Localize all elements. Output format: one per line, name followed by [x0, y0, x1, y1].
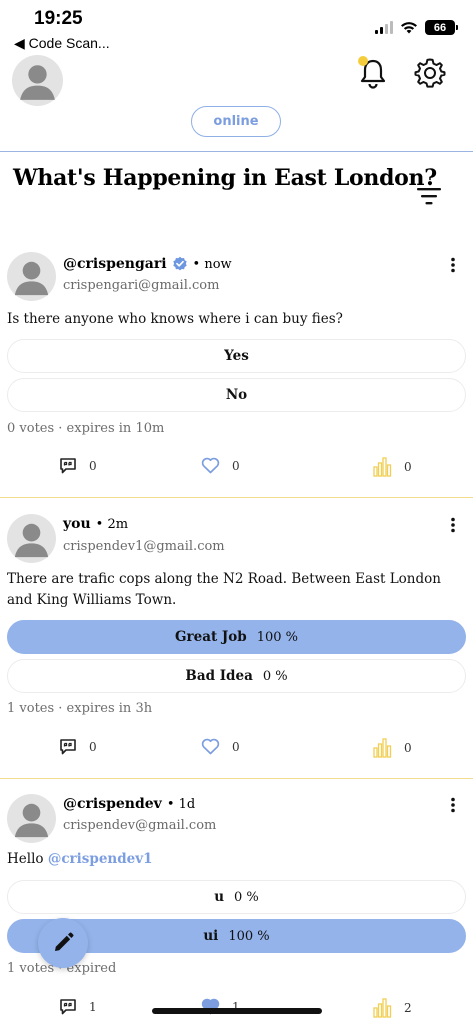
compose-button[interactable]: [38, 918, 88, 968]
back-to-app-link[interactable]: ◀ Code Scan...: [14, 35, 110, 52]
stats-count: 2: [404, 1001, 412, 1015]
poll-option[interactable]: Yes: [7, 339, 466, 373]
poll-option-label: Bad Idea: [185, 668, 253, 684]
mention-link[interactable]: @crispendev1: [48, 851, 153, 867]
stats-icon: [373, 998, 392, 1018]
stats-button[interactable]: 2: [373, 998, 412, 1018]
post-question: Hello @crispendev1: [7, 849, 467, 870]
pencil-icon: [55, 932, 74, 951]
more-icon[interactable]: [450, 517, 456, 533]
post-email: crispengari@gmail.com: [63, 278, 220, 293]
stats-button[interactable]: 0: [373, 457, 412, 477]
poll-option-label: Great Job: [174, 629, 247, 645]
status-time: 19:25: [34, 8, 83, 29]
wifi-icon: [401, 22, 417, 34]
post-actions: 0 0 0: [0, 738, 473, 760]
post-email: crispendev1@gmail.com: [63, 539, 225, 554]
poll-meta: 1 votes · expires in 3h: [7, 701, 153, 716]
like-button[interactable]: 0: [201, 457, 240, 474]
battery-icon: 66: [425, 20, 458, 35]
status-bar: 19:25 ◀ Code Scan... 66: [0, 0, 473, 56]
verified-icon: [172, 256, 187, 271]
poll-option-percent: 0 %: [234, 889, 259, 905]
poll-option-label: u: [214, 889, 225, 905]
heart-icon: [201, 738, 220, 755]
stats-icon: [373, 457, 392, 477]
post-time: • 1d: [166, 796, 196, 812]
post-actions: 0 0 0: [0, 457, 473, 479]
header-divider: [0, 151, 473, 152]
gear-icon[interactable]: [414, 57, 446, 89]
poll-option-label: ui: [203, 928, 219, 944]
avatar[interactable]: [12, 55, 63, 106]
comment-count: 0: [89, 459, 97, 473]
post-question: Is there anyone who knows where i can bu…: [7, 311, 343, 327]
poll-meta: 0 votes · expires in 10m: [7, 421, 165, 436]
bell-icon[interactable]: [357, 56, 389, 90]
comment-icon: [60, 739, 76, 755]
comment-button[interactable]: 0: [59, 738, 97, 756]
poll-option-label: Yes: [224, 348, 249, 364]
like-count: 0: [232, 458, 240, 473]
poll-option[interactable]: Bad Idea 0 %: [7, 659, 466, 693]
like-button[interactable]: 0: [201, 738, 240, 755]
post-username[interactable]: you: [63, 516, 91, 532]
post-question: There are trafic cops along the N2 Road.…: [7, 571, 441, 608]
online-status-button[interactable]: online: [191, 106, 281, 137]
poll-option-label: No: [225, 387, 248, 403]
avatar[interactable]: [7, 252, 56, 301]
post-divider: [0, 778, 473, 779]
comment-icon: [60, 999, 76, 1015]
comment-button[interactable]: 0: [59, 457, 97, 475]
home-indicator[interactable]: [152, 1008, 322, 1014]
post-username[interactable]: @crispengari: [63, 256, 167, 272]
poll-option[interactable]: u 0 %: [7, 880, 466, 914]
post-author[interactable]: you • 2m: [63, 516, 128, 532]
post-time: • now: [192, 256, 232, 272]
poll-option[interactable]: Great Job 100 %: [7, 620, 466, 654]
comment-count: 0: [89, 740, 97, 754]
post-email: crispendev@gmail.com: [63, 818, 217, 833]
more-icon[interactable]: [450, 257, 456, 273]
poll-option-percent: 100 %: [256, 629, 299, 645]
more-icon[interactable]: [450, 797, 456, 813]
post-time: • 2m: [95, 516, 129, 532]
avatar[interactable]: [7, 794, 56, 843]
signal-icon: [375, 21, 393, 34]
post-author[interactable]: @crispengari • now: [63, 256, 232, 272]
page-title: What's Happening in East London?: [13, 165, 437, 191]
poll-option-percent: 100 %: [228, 928, 270, 944]
like-count: 0: [232, 739, 240, 754]
poll-option[interactable]: No: [7, 378, 466, 412]
filter-icon[interactable]: [416, 186, 442, 206]
status-icons: 66: [375, 20, 458, 35]
comment-count: 1: [89, 1000, 97, 1014]
post-author[interactable]: @crispendev • 1d: [63, 796, 195, 812]
heart-icon: [201, 457, 220, 474]
stats-button[interactable]: 0: [373, 738, 412, 758]
post-username[interactable]: @crispendev: [63, 796, 162, 812]
stats-count: 0: [404, 741, 412, 755]
post-divider: [0, 497, 473, 498]
post-question-text: Hello: [7, 851, 48, 867]
avatar[interactable]: [7, 514, 56, 563]
stats-count: 0: [404, 460, 412, 474]
comment-icon: [60, 458, 76, 474]
comment-button[interactable]: 1: [59, 998, 97, 1016]
poll-option-percent: 0 %: [262, 668, 288, 684]
stats-icon: [373, 738, 392, 758]
